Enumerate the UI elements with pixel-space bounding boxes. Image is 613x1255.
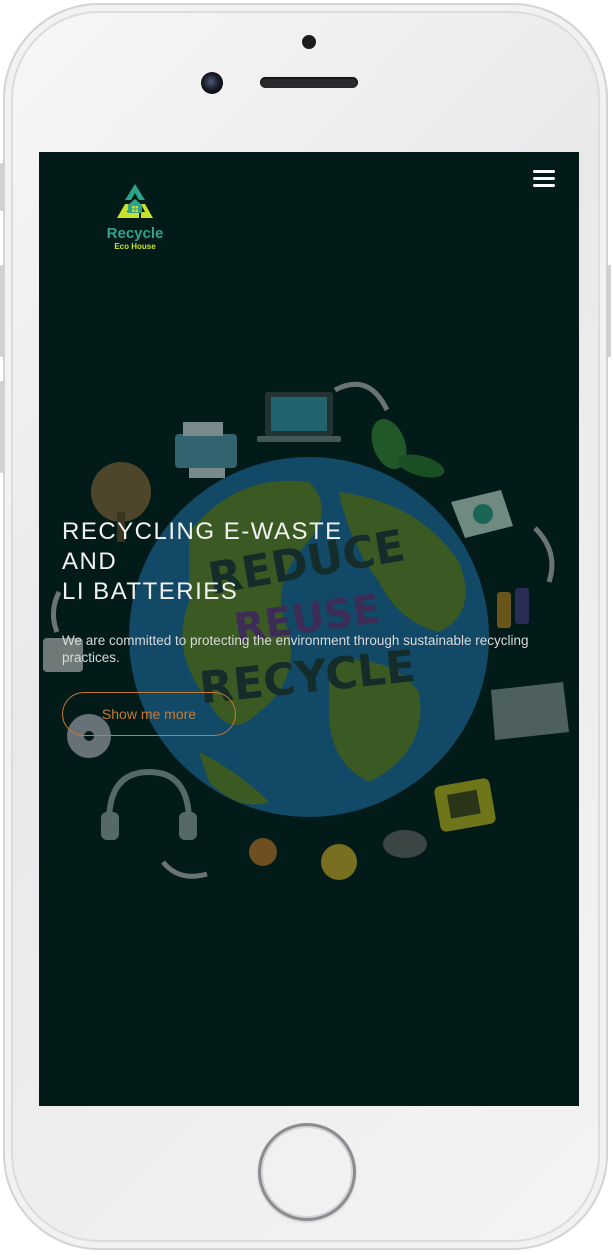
mouse-icon [383, 830, 427, 858]
brand-name: Recycle [106, 225, 164, 242]
mute-switch [0, 163, 5, 211]
front-camera [201, 72, 223, 94]
volume-down-button [0, 381, 5, 473]
arrow-icon [51, 590, 62, 633]
hamburger-menu-icon[interactable] [533, 170, 555, 190]
arrow-icon [161, 860, 208, 879]
printer-icon [175, 422, 237, 478]
phone-frame: Recycle Eco House REDUCE REUSE RECYCLE R… [0, 3, 611, 1250]
earpiece-speaker [260, 77, 358, 88]
phone-screen: Recycle Eco House REDUCE REUSE RECYCLE R… [39, 152, 579, 1106]
flower-icon [249, 838, 357, 880]
brand-logo[interactable]: Recycle Eco House [97, 182, 173, 262]
hard-drive-icon [491, 682, 569, 740]
hero-title-line: LI BATTERIES [62, 578, 239, 605]
recycle-house-icon [117, 184, 153, 218]
hero-title-line: RECYCLING E-WASTE [62, 518, 343, 545]
volume-up-button [0, 265, 5, 357]
hero-title: RECYCLING E-WASTE AND LI BATTERIES [62, 517, 522, 607]
headphones-icon [101, 768, 197, 840]
circuit-board-icon [434, 778, 496, 832]
home-button[interactable] [258, 1123, 356, 1221]
arrow-icon [333, 381, 390, 412]
show-more-button[interactable]: Show me more [62, 692, 236, 736]
arrow-icon [533, 526, 555, 583]
proximity-sensor [302, 35, 316, 49]
hero-title-line: AND [62, 548, 118, 575]
brand-tagline: Eco House [114, 242, 156, 251]
laptop-icon [257, 392, 341, 442]
power-button [606, 265, 611, 357]
hero-subtitle: We are committed to protecting the envir… [62, 633, 529, 665]
